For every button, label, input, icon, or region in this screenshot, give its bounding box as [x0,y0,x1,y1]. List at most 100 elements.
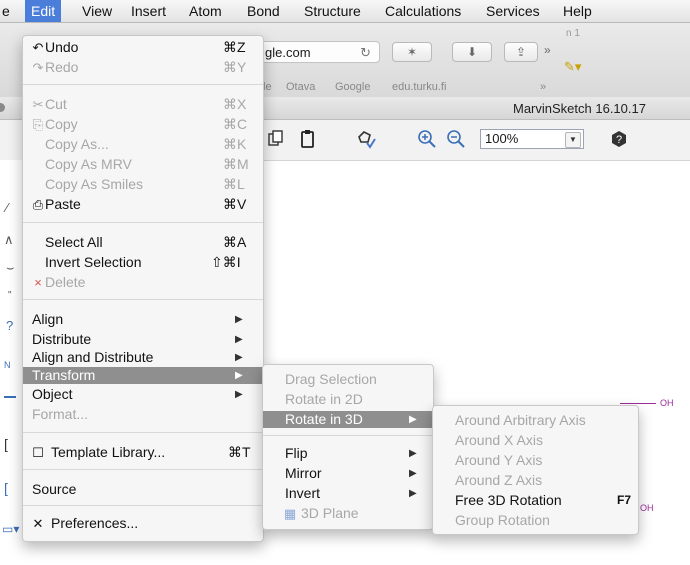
menu-separator [23,299,263,300]
menu-partial: e [2,3,10,19]
charge-tool-icon[interactable]: " [8,290,12,301]
reload-icon[interactable]: ↻ [360,42,371,64]
shape-tool-icon[interactable]: ▭▾ [2,522,19,536]
menu-item-object[interactable]: Object ▶ [23,386,263,403]
extension-icon[interactable]: ✎▾ [564,59,581,75]
zoom-level-select[interactable]: 100% ▼ [480,129,584,149]
menu-item-around-z-axis[interactable]: Around Z Axis [433,472,638,489]
menu-item-invert-selection[interactable]: Invert Selection ⇧⌘I [23,254,263,271]
menu-edit[interactable]: Edit [25,0,62,22]
menu-item-copy-as-smiles[interactable]: Copy As Smiles ⌘L [23,176,263,193]
share-button[interactable]: ⇪ [504,42,538,62]
menu-structure[interactable]: Structure [304,3,361,19]
delete-icon: × [34,275,42,290]
menu-services[interactable]: Services [486,3,540,19]
menu-atom[interactable]: Atom [189,3,222,19]
menu-item-copy-as[interactable]: Copy As... ⌘K [23,136,263,153]
menu-item-drag-selection[interactable]: Drag Selection [263,371,433,388]
menu-separator [23,432,263,433]
clean-structure-icon[interactable] [356,129,376,149]
menu-calculations[interactable]: Calculations [385,3,461,19]
atom-tool-icon[interactable]: ? [6,318,13,333]
submenu-arrow-icon: ▶ [409,488,417,499]
menu-item-copy-as-mrv[interactable]: Copy As MRV ⌘M [23,156,263,173]
bond-line [620,403,656,404]
bookmark-edu-turku[interactable]: edu.turku.fi [392,81,446,93]
sgroup-bracket-icon[interactable]: [ [4,480,8,496]
menu-item-undo[interactable]: ↶ Undo ⌘Z [23,39,263,56]
menu-item-group-rotation[interactable]: Group Rotation [433,512,638,529]
menu-view[interactable]: View [82,3,112,19]
url-field[interactable]: gle.com ↻ [250,41,380,63]
scissors-icon: ✂ [32,97,44,112]
menu-item-flip[interactable]: Flip ▶ [263,445,433,462]
window-button-icon[interactable] [0,103,5,112]
menu-item-rotate-3d[interactable]: Rotate in 3D ▶ [263,411,433,428]
bookmark-overflow[interactable]: » [540,81,546,93]
left-toolbar: ⁄ ∧ ⌣ " ? N [ [ ▭▾ [0,160,22,565]
zoom-out-icon[interactable] [446,129,466,149]
menu-separator [23,469,263,470]
transform-submenu: Drag Selection Rotate in 2D Rotate in 3D… [262,364,434,530]
menu-item-distribute[interactable]: Distribute ▶ [23,331,263,348]
rotate-3d-submenu: Around Arbitrary Axis Around X Axis Arou… [432,405,639,535]
menu-separator [23,84,263,85]
bookmark-otava[interactable]: Otava [286,81,315,93]
menu-item-invert[interactable]: Invert ▶ [263,485,433,502]
menu-item-3d-plane[interactable]: ▦ 3D Plane [263,505,433,522]
element-tool-icon[interactable]: N [4,360,11,370]
menu-item-rotate-2d[interactable]: Rotate in 2D [263,391,433,408]
template-icon: ☐ [32,445,44,460]
bookmark-google[interactable]: Google [335,81,370,93]
chevron-down-icon[interactable]: ▼ [565,132,581,148]
menu-help[interactable]: Help [563,3,592,19]
submenu-arrow-icon: ▶ [409,414,417,425]
menu-item-redo[interactable]: ↷ Redo ⌘Y [23,59,263,76]
redo-icon: ↷ [32,60,44,75]
chain-tool-icon[interactable]: ∧ [4,232,14,248]
help-icon[interactable]: ? [609,129,629,149]
menu-item-align-distribute[interactable]: Align and Distribute ▶ [23,349,263,366]
reader-icon: ✶ [406,45,418,59]
bond-tool-icon[interactable]: ⁄ [6,200,8,215]
share-icon: ⇪ [515,45,527,59]
svg-text:?: ? [616,134,622,146]
download-icon: ⬇ [466,45,478,59]
menu-item-template-library[interactable]: ☐ Template Library... ⌘T [23,444,263,461]
menu-item-transform[interactable]: Transform ▶ [23,367,263,384]
menu-item-cut[interactable]: ✂ Cut ⌘X [23,96,263,113]
menu-item-copy[interactable]: ⎘ Copy ⌘C [23,116,263,133]
menu-item-preferences[interactable]: ✕ Preferences... [23,515,263,532]
menu-item-around-y-axis[interactable]: Around Y Axis [433,452,638,469]
paste-icon[interactable] [298,129,318,149]
submenu-arrow-icon: ▶ [235,389,243,400]
copy-icon[interactable] [266,129,286,149]
menu-item-align[interactable]: Align ▶ [23,311,263,328]
menu-item-delete[interactable]: × Delete [23,274,263,291]
menu-bond[interactable]: Bond [247,3,280,19]
bookmark-1[interactable]: le [263,81,272,93]
curve-tool-icon[interactable]: ⌣ [6,260,15,276]
menu-item-mirror[interactable]: Mirror ▶ [263,465,433,482]
menu-item-format[interactable]: Format... [23,406,263,423]
submenu-arrow-icon: ▶ [409,468,417,479]
submenu-arrow-icon: ▶ [235,314,243,325]
clipboard-icon: ⎙ [32,197,44,212]
zoom-in-icon[interactable] [417,129,437,149]
menu-item-source[interactable]: Source [23,481,263,498]
menu-item-free-3d-rotation[interactable]: Free 3D Rotation F7 [433,492,638,509]
reader-button[interactable]: ✶ [392,42,432,62]
zoom-level-value: 100% [485,131,519,146]
download-button[interactable]: ⬇ [452,42,492,62]
line-tool-icon[interactable] [4,396,16,398]
menu-item-select-all[interactable]: Select All ⌘A [23,234,263,251]
menu-item-around-x-axis[interactable]: Around X Axis [433,432,638,449]
bracket-tool-icon[interactable]: [ [4,436,8,452]
menu-item-paste[interactable]: ⎙ Paste ⌘V [23,196,263,213]
menu-item-around-arbitrary-axis[interactable]: Around Arbitrary Axis [433,412,638,429]
url-text: gle.com [265,45,311,60]
menu-insert[interactable]: Insert [131,3,166,19]
submenu-arrow-icon: ▶ [409,448,417,459]
overflow-chevron[interactable]: » [544,43,551,57]
copy-icon: ⎘ [32,117,44,132]
